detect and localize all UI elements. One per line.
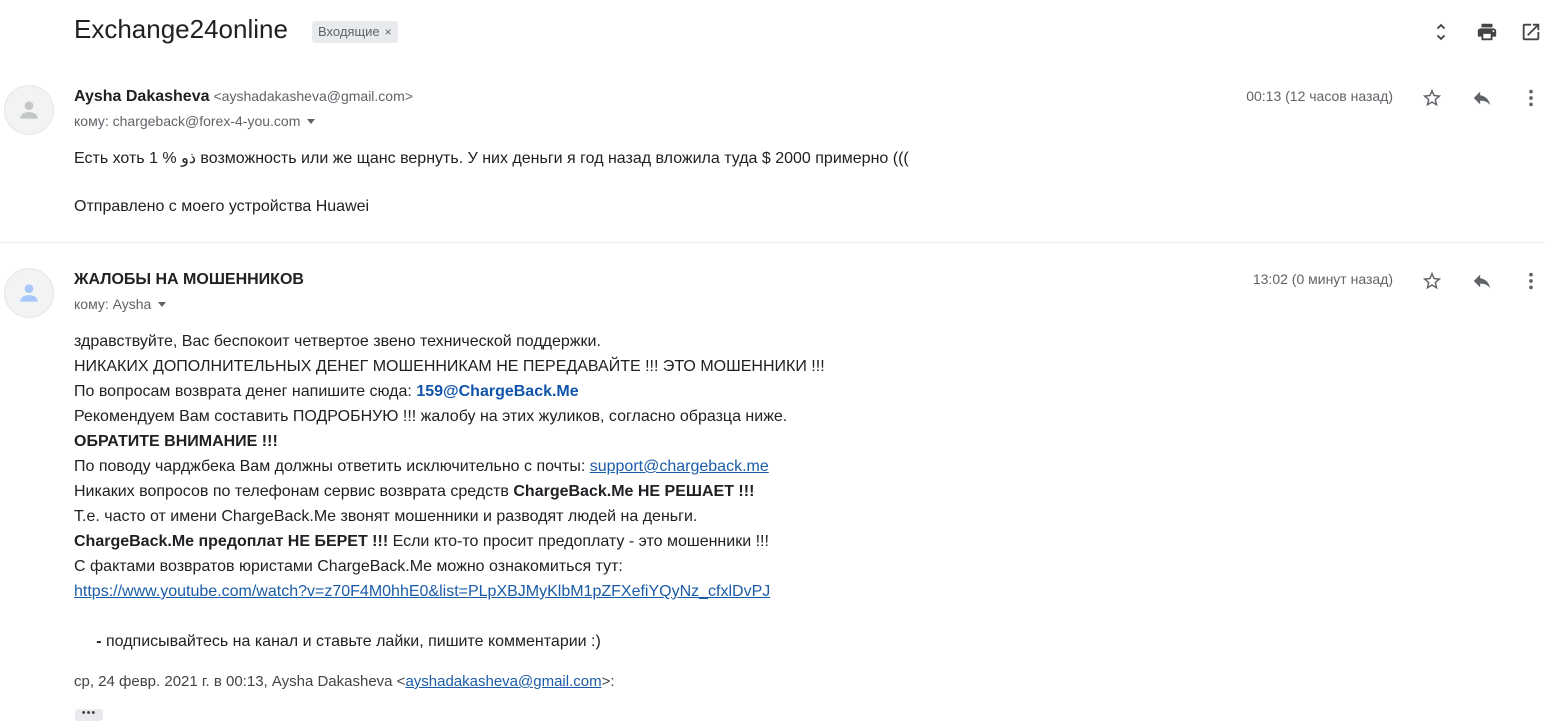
body-text: По вопросам возврата денег напишите сюда… (74, 383, 417, 400)
person-icon (20, 284, 38, 302)
star-icon[interactable] (1420, 269, 1444, 293)
expand-all-icon[interactable] (1429, 20, 1453, 44)
message-2-date: 13:02 (0 минут назад) (1252, 271, 1393, 287)
body-line: По поводу чарджбека Вам должны ответить … (74, 454, 825, 479)
body-text: Если кто-то просит предоплату - это моше… (388, 533, 769, 550)
reply-icon[interactable] (1470, 269, 1494, 293)
body-text: Никаких вопросов по телефонам сервис воз… (74, 483, 514, 500)
remove-label-icon[interactable]: × (385, 25, 392, 39)
body-line: Т.е. часто от имени ChargeBack.Me звонят… (74, 508, 698, 525)
quote-text: ср, 24 февр. 2021 г. в 00:13, Aysha Daka… (74, 673, 406, 690)
recipient-text: кому: Aysha (74, 296, 152, 312)
sender-avatar (4, 268, 54, 318)
email-subject: Exchange24online (74, 14, 288, 44)
body-line: - подписывайтесь на канал и ставьте лайк… (74, 604, 825, 679)
sender-avatar (4, 85, 54, 135)
sender-name[interactable]: Aysha Dakasheva (74, 88, 210, 105)
show-details-icon[interactable] (307, 118, 316, 124)
body-line: https://www.youtube.com/watch?v=z70F4M0h… (74, 579, 825, 604)
message-1-recipients[interactable]: кому: chargeback@forex-4-you.com (74, 113, 316, 129)
body-text-bold: ChargeBack.Me предоплат НЕ БЕРЕТ !!! (74, 533, 389, 550)
sender-email: <ayshadakasheva@gmail.com> (213, 88, 413, 104)
person-icon (20, 101, 38, 119)
body-text: По поводу чарджбека Вам должны ответить … (74, 458, 590, 475)
message-1-body-line: Есть хоть 1 % ذو возможность или же щанс… (74, 150, 909, 167)
print-icon[interactable] (1475, 20, 1499, 44)
reply-icon[interactable] (1470, 86, 1494, 110)
label-text: Входящие (318, 24, 380, 39)
support-email-link[interactable]: support@chargeback.me (590, 458, 769, 475)
body-text-bold: ChargeBack.Me НЕ РЕШАЕТ !!! (513, 483, 755, 500)
body-line: С фактами возвратов юристами ChargeBack.… (74, 558, 623, 575)
body-line: здравствуйте, Вас беспокоит четвертое зв… (74, 333, 601, 350)
more-options-icon[interactable] (1519, 86, 1543, 110)
body-line: По вопросам возврата денег напишите сюда… (74, 379, 825, 404)
quoted-header: ср, 24 февр. 2021 г. в 00:13, Aysha Daka… (74, 669, 615, 694)
body-line: ChargeBack.Me предоплат НЕ БЕРЕТ !!! Есл… (74, 529, 825, 554)
inbox-label-chip[interactable]: Входящие × (312, 21, 398, 43)
body-line: НИКАКИХ ДОПОЛНИТЕЛЬНЫХ ДЕНЕГ МОШЕННИКАМ … (74, 358, 825, 375)
body-line: Никаких вопросов по телефонам сервис воз… (74, 479, 825, 504)
body-line: Рекомендуем Вам составить ПОДРОБНУЮ !!! … (74, 408, 788, 425)
message-1-sender[interactable]: Aysha Dakasheva <ayshadakasheva@gmail.com… (74, 88, 413, 106)
quote-end: >: (601, 673, 615, 690)
contact-email-link[interactable]: 159@ChargeBack.Me (416, 383, 578, 400)
show-details-icon[interactable] (158, 301, 167, 307)
body-line-bold: ОБРАТИТЕ ВНИМАНИЕ !!! (74, 433, 278, 450)
message-1-date: 00:13 (12 часов назад) (1246, 88, 1393, 104)
body-text: подписывайтесь на канал и ставьте лайки,… (106, 633, 601, 650)
show-trimmed-content-button[interactable]: ••• (75, 708, 103, 721)
message-1-signature: Отправлено с моего устройства Huawei (74, 198, 370, 215)
message-divider (0, 242, 1545, 243)
message-2-recipients[interactable]: кому: Aysha (74, 296, 167, 312)
recipient-text: кому: chargeback@forex-4-you.com (74, 113, 301, 129)
star-icon[interactable] (1420, 86, 1444, 110)
message-2-body: здравствуйте, Вас беспокоит четвертое зв… (74, 329, 825, 679)
message-2-sender[interactable]: ЖАЛОБЫ НА МОШЕННИКОВ (74, 271, 304, 289)
youtube-link[interactable]: https://www.youtube.com/watch?v=z70F4M0h… (74, 583, 770, 600)
more-options-icon[interactable] (1519, 269, 1543, 293)
open-in-new-window-icon[interactable] (1519, 20, 1543, 44)
body-text-bold: - (91, 633, 106, 650)
quoted-sender-email-link[interactable]: ayshadakasheva@gmail.com (405, 673, 601, 690)
